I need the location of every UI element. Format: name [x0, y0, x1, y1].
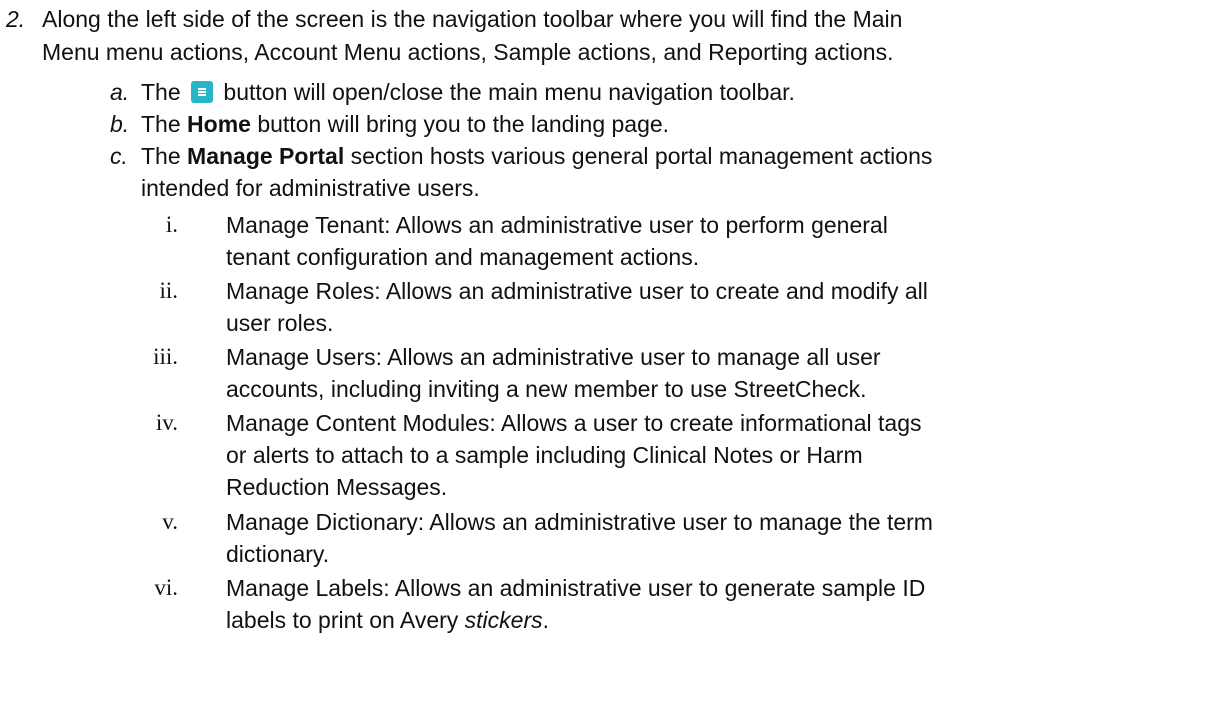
text-fragment: button will bring you to the landing pag…: [250, 111, 670, 137]
list-marker: iv.: [155, 410, 178, 435]
list-marker: 2.: [6, 6, 26, 32]
manage-portal-label: Manage Portal: [187, 143, 345, 169]
list-marker: ii.: [159, 278, 178, 303]
list-marker: c.: [110, 143, 128, 169]
paragraph-line: The Home button will bring you to the la…: [141, 108, 669, 140]
list-marker: i.: [165, 212, 178, 237]
text-fragment: labels to print on Avery: [226, 607, 465, 633]
paragraph-line: or alerts to attach to a sample includin…: [226, 442, 863, 468]
text-fragment: .: [542, 607, 550, 633]
stickers-emphasis: stickers: [464, 607, 543, 633]
paragraph-line: Along the left side of the screen is the…: [42, 6, 903, 32]
text-fragment: section hosts various general portal man…: [344, 143, 933, 169]
paragraph-line: Menu menu actions, Account Menu actions,…: [42, 39, 894, 65]
paragraph-line: tenant configuration and management acti…: [226, 244, 700, 270]
list-marker: v.: [162, 509, 178, 534]
list-marker: iii.: [153, 344, 178, 369]
paragraph-line: The Manage Portal section hosts various …: [141, 140, 932, 172]
paragraph-line: user roles.: [226, 310, 334, 336]
paragraph-line: Manage Dictionary: Allows an administrat…: [226, 509, 933, 535]
paragraph-line: Reduction Messages.: [226, 474, 448, 500]
paragraph-line: accounts, including inviting a new membe…: [226, 376, 867, 402]
text-fragment: The: [141, 79, 181, 105]
menu-toggle-icon: [191, 81, 214, 103]
paragraph-line: Manage Content Modules: Allows a user to…: [226, 410, 922, 436]
list-marker: vi.: [154, 575, 178, 600]
text-fragment: The: [141, 143, 188, 169]
paragraph-line: Manage Tenant: Allows an administrative …: [226, 212, 888, 238]
text-fragment: The: [141, 111, 188, 137]
paragraph-line: Manage Labels: Allows an administrative …: [226, 575, 926, 601]
list-marker: b.: [110, 111, 130, 137]
paragraph-line: Manage Roles: Allows an administrative u…: [226, 278, 928, 304]
text-fragment: button will open/close the main menu nav…: [223, 79, 795, 105]
paragraph-line: intended for administrative users.: [141, 175, 480, 201]
list-marker: a.: [110, 79, 130, 105]
paragraph-line: Manage Users: Allows an administrative u…: [226, 344, 881, 370]
paragraph-line: dictionary.: [226, 541, 330, 567]
paragraph-line: The button will open/close the main menu…: [141, 76, 795, 108]
paragraph-line: labels to print on Avery stickers.: [226, 604, 549, 636]
home-label: Home: [187, 111, 251, 137]
